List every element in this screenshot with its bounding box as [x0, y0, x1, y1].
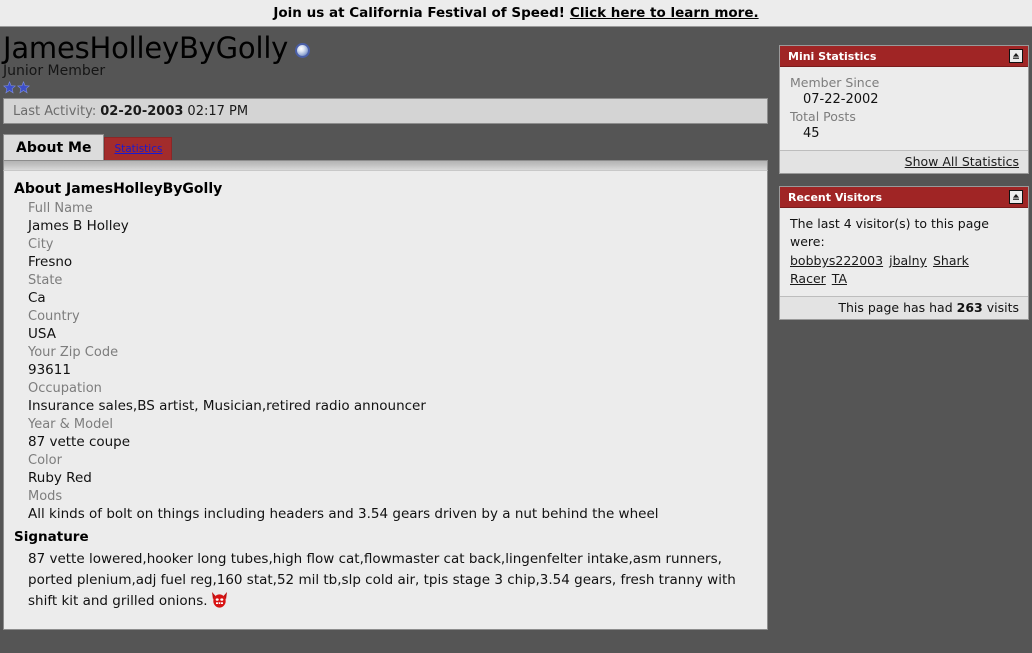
- recent-visitors-title: Recent Visitors: [788, 190, 883, 204]
- tab-separator-bar: [3, 160, 768, 170]
- tab-statistics[interactable]: Statistics: [104, 137, 173, 160]
- field-value: Ruby Red: [28, 470, 92, 486]
- last-activity-date: 02-20-2003: [100, 103, 184, 119]
- field-label: Full Name: [28, 201, 93, 216]
- field-value: 93611: [28, 362, 71, 378]
- field-label: Year & Model: [28, 417, 113, 432]
- field-label: Color: [28, 453, 62, 468]
- profile-tabs: About Me Statistics: [3, 134, 775, 160]
- profile-field: State Ca: [28, 272, 757, 307]
- profile-column: JamesHolleyByGolly Junior Member Last Ac…: [0, 27, 775, 630]
- field-label: State: [28, 273, 63, 288]
- star-icon: [2, 81, 17, 94]
- devil-face-icon: [211, 591, 228, 609]
- stat-value: 07-22-2002: [803, 92, 879, 107]
- field-value: Ca: [28, 290, 46, 306]
- mini-statistics-body: Member Since 07-22-2002 Total Posts 45: [780, 67, 1028, 150]
- announcement-link[interactable]: Click here to learn more.: [570, 5, 759, 21]
- visitor-link[interactable]: bobbys222003: [790, 253, 883, 268]
- stat-label: Total Posts: [790, 109, 856, 124]
- signature-text: 87 vette lowered,hooker long tubes,high …: [28, 551, 736, 609]
- collapse-panel-icon[interactable]: [1009, 49, 1023, 63]
- signature-body: 87 vette lowered,hooker long tubes,high …: [28, 549, 757, 612]
- stat-label: Member Since: [790, 75, 880, 90]
- recent-visitors-panel: Recent Visitors The last 4 visitor(s) to…: [779, 186, 1029, 320]
- recent-visitors-intro: The last 4 visitor(s) to this page were:: [790, 216, 989, 249]
- tab-about-me-label: About Me: [16, 139, 92, 156]
- profile-field: Country USA: [28, 308, 757, 343]
- profile-field: Your Zip Code 93611: [28, 344, 757, 379]
- online-status-orb-icon: [295, 43, 311, 58]
- collapse-panel-icon[interactable]: [1009, 190, 1023, 204]
- signature-heading: Signature: [14, 529, 89, 545]
- mini-statistics-header: Mini Statistics: [780, 46, 1028, 67]
- tab-statistics-label: Statistics: [114, 143, 163, 155]
- announcement-text: Join us at California Festival of Speed!: [273, 5, 565, 21]
- profile-field: Year & Model 87 vette coupe: [28, 416, 757, 451]
- field-value: Insurance sales,BS artist, Musician,reti…: [28, 398, 426, 414]
- page-body: JamesHolleyByGolly Junior Member Last Ac…: [0, 27, 1032, 652]
- field-label: Mods: [28, 489, 63, 504]
- visit-count: 263: [956, 300, 983, 315]
- profile-header: JamesHolleyByGolly Junior Member: [0, 27, 775, 94]
- field-label: Country: [28, 309, 80, 324]
- page-title: JamesHolleyByGolly: [3, 31, 289, 65]
- recent-visitors-footer: This page has had 263 visits: [780, 296, 1028, 319]
- about-me-panel: About JamesHolleyByGolly Full Name James…: [3, 170, 768, 630]
- visitor-link[interactable]: TA: [832, 271, 847, 286]
- tab-about-me[interactable]: About Me: [3, 134, 105, 160]
- field-label: Occupation: [28, 381, 102, 396]
- profile-field: Full Name James B Holley: [28, 200, 757, 235]
- visits-prefix: This page has had: [838, 300, 953, 315]
- stat-value: 45: [803, 126, 820, 141]
- last-activity-bar: Last Activity: 02-20-2003 02:17 PM: [3, 98, 768, 124]
- field-value: Fresno: [28, 254, 73, 270]
- mini-statistics-panel: Mini Statistics Member Since 07-22-2002 …: [779, 45, 1029, 174]
- recent-visitors-list: bobbys222003 jbalny Shark Racer TA: [790, 252, 1018, 288]
- field-label: Your Zip Code: [28, 345, 119, 360]
- username-row: JamesHolleyByGolly: [3, 32, 775, 64]
- star-icon: [16, 81, 31, 94]
- show-all-statistics-link[interactable]: Show All Statistics: [905, 154, 1019, 169]
- recent-visitors-header: Recent Visitors: [780, 187, 1028, 208]
- last-activity-label: Last Activity:: [13, 103, 97, 119]
- field-label: City: [28, 237, 54, 252]
- about-heading: About JamesHolleyByGolly: [14, 181, 223, 197]
- visitor-link[interactable]: jbalny: [889, 253, 927, 268]
- rank-stars: [2, 81, 775, 94]
- sidebar: Mini Statistics Member Since 07-22-2002 …: [779, 45, 1029, 332]
- announcement-bar: Join us at California Festival of Speed!…: [0, 0, 1032, 27]
- field-value: USA: [28, 326, 56, 342]
- recent-visitors-body: The last 4 visitor(s) to this page were:…: [780, 208, 1028, 296]
- user-title: Junior Member: [3, 63, 106, 79]
- profile-field: Color Ruby Red: [28, 452, 757, 487]
- last-activity-time: 02:17 PM: [187, 103, 249, 119]
- mini-statistics-title: Mini Statistics: [788, 49, 877, 63]
- field-value: All kinds of bolt on things including he…: [28, 506, 659, 522]
- field-value: 87 vette coupe: [28, 434, 131, 450]
- mini-statistics-footer: Show All Statistics: [780, 150, 1028, 173]
- visits-suffix: visits: [986, 300, 1019, 315]
- profile-field: Occupation Insurance sales,BS artist, Mu…: [28, 380, 757, 415]
- field-value: James B Holley: [28, 218, 129, 234]
- profile-field: Mods All kinds of bolt on things includi…: [28, 488, 757, 523]
- profile-field: City Fresno: [28, 236, 757, 271]
